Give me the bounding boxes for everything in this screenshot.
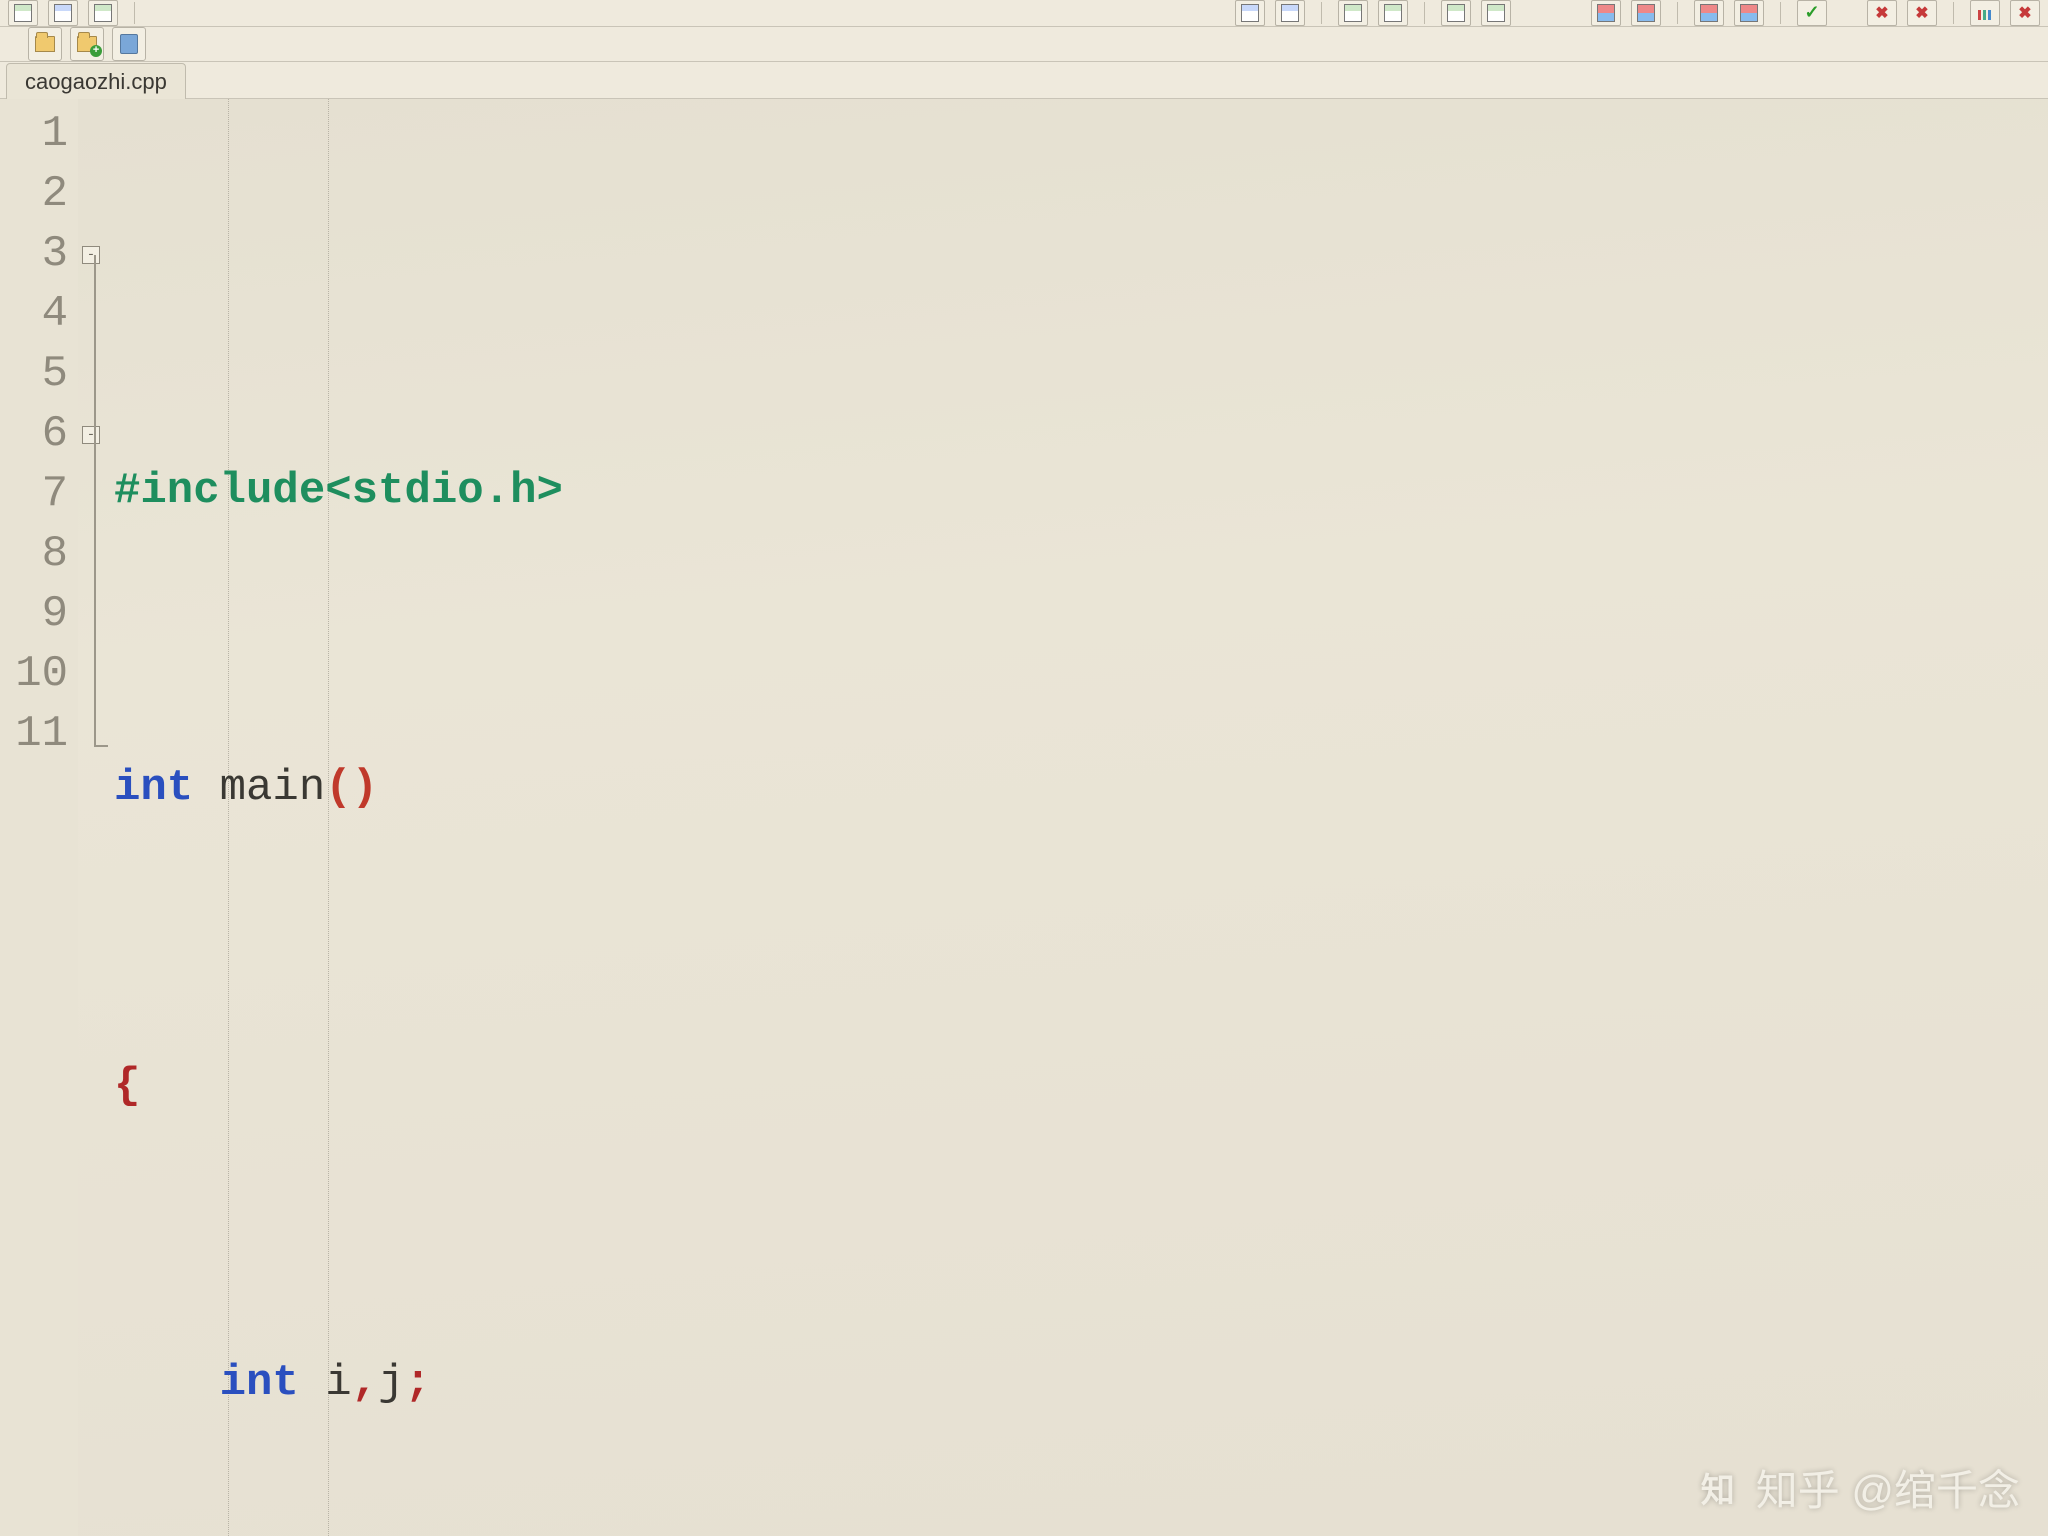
- doc-icon: [94, 4, 112, 22]
- doc-icon: [14, 4, 32, 22]
- toolbar-btn-grid4[interactable]: [1734, 0, 1764, 26]
- toolbar-btn-chart[interactable]: [1970, 0, 2000, 26]
- toolbar-separator: [134, 2, 135, 24]
- find-icon: [1281, 4, 1299, 22]
- tab-bar: caogaozhi.cpp: [0, 62, 2048, 99]
- check-icon: [1803, 4, 1821, 22]
- toolbar-btn-doc3[interactable]: [88, 0, 118, 26]
- toolbar-btn-find[interactable]: [1235, 0, 1265, 26]
- toolbar-btn-grid1[interactable]: [1591, 0, 1621, 26]
- grid-icon: [1637, 4, 1655, 22]
- line-number: 6-: [0, 405, 78, 465]
- toolbar-btn-book[interactable]: [112, 27, 146, 61]
- doc-icon: [1384, 4, 1402, 22]
- line-number: 10: [0, 645, 78, 705]
- zhihu-logo-icon: 知: [1694, 1464, 1742, 1512]
- toolbar-row2: [0, 27, 2048, 62]
- toolbar-btn-grid2[interactable]: [1631, 0, 1661, 26]
- code-line[interactable]: int i,j;: [114, 1354, 2048, 1414]
- toolbar-separator: [1780, 2, 1781, 24]
- x-icon: [1913, 4, 1931, 22]
- line-number: 5: [0, 345, 78, 405]
- toolbar-btn-grid3[interactable]: [1694, 0, 1724, 26]
- grid-icon: [1740, 4, 1758, 22]
- toolbar-btn-stop[interactable]: [2010, 0, 2040, 26]
- code-area[interactable]: #include<stdio.h> int main() { int i,j; …: [78, 99, 2048, 1536]
- line-number: 4: [0, 285, 78, 345]
- code-line[interactable]: {: [114, 1056, 2048, 1116]
- grid-icon: [1700, 4, 1718, 22]
- toolbar-btn-doc4[interactable]: [1338, 0, 1368, 26]
- line-number: 9: [0, 585, 78, 645]
- code-editor[interactable]: 1 2 3- 4 5 6- 7 8 9 10 11 #include<stdio…: [0, 99, 2048, 1536]
- toolbar-separator: [1424, 2, 1425, 24]
- file-tab-label: caogaozhi.cpp: [25, 69, 167, 95]
- book-icon: [120, 34, 138, 54]
- line-number: 2: [0, 165, 78, 225]
- toolbar-separator: [1677, 2, 1678, 24]
- x-icon: [1873, 4, 1891, 22]
- doc-icon: [54, 4, 72, 22]
- ide-window: caogaozhi.cpp 1 2 3- 4 5 6- 7 8 9 10 11 …: [0, 0, 2048, 1536]
- line-number: 11: [0, 705, 78, 765]
- doc-icon: [1447, 4, 1465, 22]
- toolbar-btn-doc2[interactable]: [48, 0, 78, 26]
- toolbar-top: [0, 0, 2048, 27]
- toolbar-separator: [1321, 2, 1322, 24]
- find-icon: [1241, 4, 1259, 22]
- toolbar-btn-close2[interactable]: [1907, 0, 1937, 26]
- folder-icon: [35, 36, 55, 52]
- doc-icon: [1487, 4, 1505, 22]
- toolbar-separator: [1953, 2, 1954, 24]
- toolbar-btn-open[interactable]: [28, 27, 62, 61]
- toolbar-btn-doc6[interactable]: [1441, 0, 1471, 26]
- line-number-gutter: 1 2 3- 4 5 6- 7 8 9 10 11: [0, 99, 78, 1536]
- toolbar-btn-new[interactable]: [70, 27, 104, 61]
- grid-icon: [1597, 4, 1615, 22]
- code-line[interactable]: #include<stdio.h>: [114, 461, 2048, 521]
- watermark-text: 知乎 @绾千念: [1756, 1457, 2020, 1518]
- doc-icon: [1344, 4, 1362, 22]
- toolbar-btn-find2[interactable]: [1275, 0, 1305, 26]
- toolbar-btn-check[interactable]: [1797, 0, 1827, 26]
- toolbar-btn-doc[interactable]: [8, 0, 38, 26]
- file-tab[interactable]: caogaozhi.cpp: [6, 63, 186, 99]
- line-number: 1: [0, 105, 78, 165]
- toolbar-btn-doc7[interactable]: [1481, 0, 1511, 26]
- folder-plus-icon: [77, 36, 97, 52]
- line-number: 7: [0, 465, 78, 525]
- line-number: 3-: [0, 225, 78, 285]
- watermark: 知 知乎 @绾千念: [1694, 1457, 2020, 1518]
- stop-icon: [2016, 4, 2034, 22]
- code-line[interactable]: int main(): [114, 759, 2048, 819]
- line-number: 8: [0, 525, 78, 585]
- toolbar-btn-close[interactable]: [1867, 0, 1897, 26]
- chart-icon: [1976, 4, 1994, 22]
- toolbar-btn-doc5[interactable]: [1378, 0, 1408, 26]
